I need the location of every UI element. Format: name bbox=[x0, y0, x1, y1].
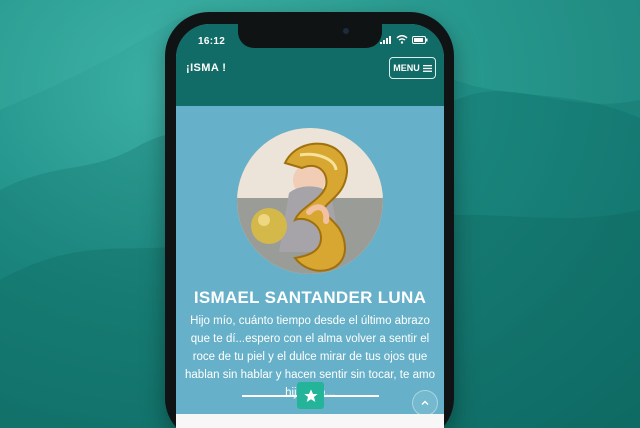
hamburger-icon bbox=[422, 64, 432, 72]
chevron-up-icon bbox=[421, 400, 429, 405]
profile-hero: ISMAEL SANTANDER LUNA Hijo mío, cuánto t… bbox=[176, 106, 444, 416]
camera-dot bbox=[343, 28, 349, 34]
phone-notch bbox=[238, 24, 382, 48]
phone-screen: 16:12 ¡ISMA ! MENU ISMAEL SANTANDER LUNA… bbox=[176, 24, 444, 428]
status-icons bbox=[380, 35, 428, 44]
wifi-icon bbox=[396, 35, 408, 44]
divider-right bbox=[321, 395, 379, 397]
top-navbar: ¡ISMA ! MENU bbox=[176, 50, 444, 106]
avatar-photo bbox=[237, 128, 383, 274]
menu-button[interactable]: MENU bbox=[389, 57, 436, 79]
profile-avatar bbox=[237, 128, 383, 274]
menu-label: MENU bbox=[393, 63, 420, 73]
status-time: 16:12 bbox=[198, 36, 226, 47]
divider-left bbox=[242, 395, 300, 397]
content-section bbox=[176, 414, 444, 428]
star-badge bbox=[297, 382, 324, 409]
brand-logo[interactable]: ¡ISMA ! bbox=[186, 62, 226, 74]
profile-name: ISMAEL SANTANDER LUNA bbox=[193, 288, 427, 307]
scroll-top-button[interactable] bbox=[412, 390, 438, 416]
signal-icon bbox=[380, 35, 391, 44]
star-icon bbox=[303, 388, 318, 402]
battery-icon bbox=[412, 35, 428, 44]
